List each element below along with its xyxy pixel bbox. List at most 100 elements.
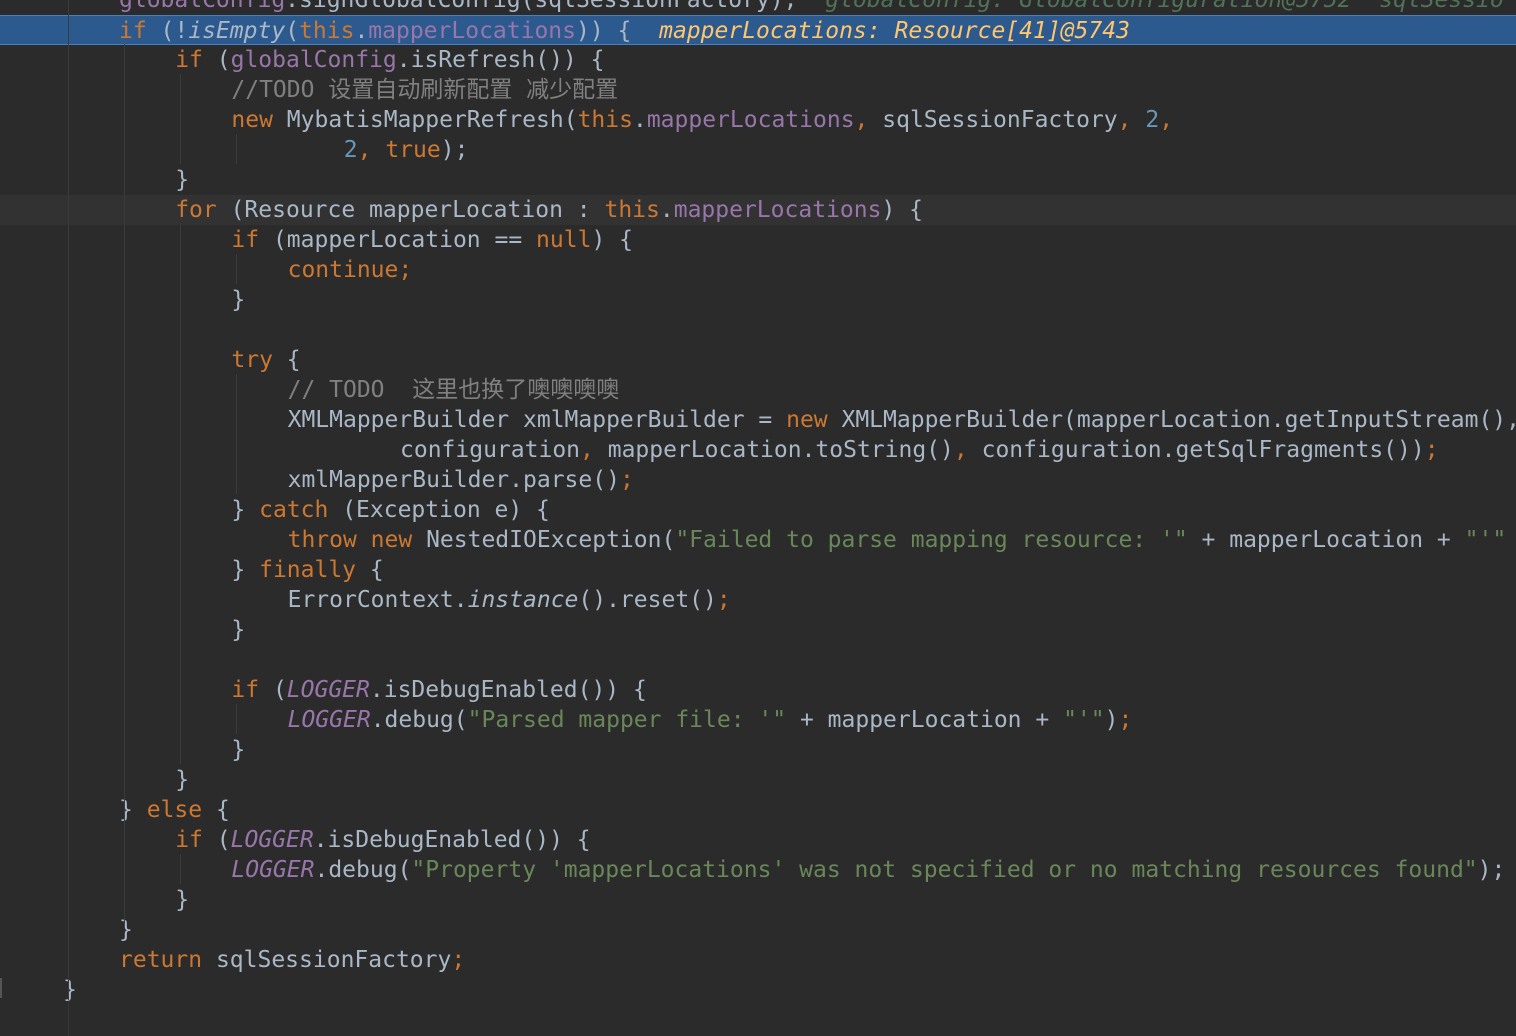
code-line[interactable]: }: [0, 165, 1516, 195]
code-token: "Property 'mapperLocations' was not spec…: [411, 857, 1478, 883]
code-token: (Resource mapperLocation :: [216, 197, 605, 223]
code-token: ;: [716, 587, 731, 613]
code-token: catch: [259, 497, 329, 523]
code-text: for (Resource mapperLocation : this.mapp…: [175, 195, 923, 225]
code-token: }: [231, 497, 260, 523]
code-line[interactable]: }: [0, 285, 1516, 315]
indent-guide: [68, 0, 69, 1000]
code-line[interactable]: }: [0, 765, 1516, 795]
code-token: .: [632, 107, 647, 133]
code-token: (!: [146, 18, 189, 44]
code-line[interactable]: try {: [0, 345, 1516, 375]
code-token: );: [1477, 857, 1506, 883]
code-line[interactable]: if (LOGGER.isDebugEnabled()) {: [0, 825, 1516, 855]
code-token: }: [175, 767, 190, 793]
code-token: true: [385, 137, 441, 163]
code-line[interactable]: ErrorContext.instance().reset();: [0, 585, 1516, 615]
code-text: }: [63, 975, 77, 1005]
code-token: ,: [854, 107, 883, 133]
code-line[interactable]: } finally {: [0, 555, 1516, 585]
code-line[interactable]: XMLMapperBuilder xmlMapperBuilder = new …: [0, 405, 1516, 435]
code-token: .isDebugEnabled()) {: [313, 827, 591, 853]
code-token: mapperLocations: [368, 18, 577, 44]
code-token: (: [202, 827, 231, 853]
code-token: xmlMapperBuilder.parse(): [287, 467, 620, 493]
code-line[interactable]: }: [0, 615, 1516, 645]
code-line[interactable]: }: [0, 885, 1516, 915]
code-text: }: [231, 615, 245, 645]
code-token: .debug(: [370, 707, 468, 733]
code-line[interactable]: if (!isEmpty(this.mapperLocations)) { ma…: [0, 15, 1516, 45]
code-token: ,: [580, 437, 608, 463]
code-token: LOGGER: [231, 857, 315, 883]
code-text: configuration, mapperLocation.toString()…: [400, 435, 1439, 465]
code-token: try: [231, 347, 273, 373]
code-token: mapperLocations: [673, 197, 882, 223]
code-token: ().reset(): [578, 587, 717, 613]
code-token: configuration: [400, 437, 581, 463]
code-token: ,: [357, 137, 386, 163]
code-token: throw new: [287, 527, 413, 553]
code-text: xmlMapperBuilder.parse();: [288, 465, 634, 495]
code-line[interactable]: }: [0, 915, 1516, 945]
code-line[interactable]: continue;: [0, 255, 1516, 285]
code-token: }: [175, 167, 190, 193]
code-line[interactable]: for (Resource mapperLocation : this.mapp…: [0, 195, 1516, 225]
code-text: }: [119, 915, 133, 945]
code-text: if (!isEmpty(this.mapperLocations)) { ma…: [119, 16, 1130, 46]
code-text: try {: [231, 345, 300, 375]
code-editor[interactable]: globalConfig.signGlobalConfig(sqlSession…: [0, 0, 1516, 1036]
inline-debug-value: mapperLocations: Resource[41]@5743: [659, 18, 1130, 44]
code-line[interactable]: if (mapperLocation == null) {: [0, 225, 1516, 255]
code-line[interactable]: //TODO 设置自动刷新配置 减少配置: [0, 75, 1516, 105]
code-line[interactable]: // TODO 这里也换了噢噢噢噢: [0, 375, 1516, 405]
code-token: if: [175, 827, 203, 853]
code-token: if: [231, 227, 260, 253]
code-token: ): [1104, 707, 1119, 733]
code-token: LOGGER: [286, 677, 370, 703]
code-token: LOGGER: [230, 827, 314, 853]
code-token: + mapperLocation +: [1187, 527, 1465, 553]
code-token: )) {: [576, 18, 660, 44]
code-token: finally: [259, 557, 357, 583]
code-token: }: [231, 617, 246, 643]
code-token: // TODO 这里也换了噢噢噢噢: [287, 377, 620, 403]
code-token: + mapperLocation +: [786, 707, 1064, 733]
code-line[interactable]: 2, true);: [0, 135, 1516, 165]
code-token: new: [231, 107, 273, 133]
code-text: XMLMapperBuilder xmlMapperBuilder = new …: [288, 405, 1516, 435]
code-token: (: [202, 47, 231, 73]
code-token: new: [786, 407, 828, 433]
code-token: this: [577, 107, 633, 133]
code-token: .debug(: [314, 857, 412, 883]
code-line[interactable]: new MybatisMapperRefresh(this.mapperLoca…: [0, 105, 1516, 135]
code-line[interactable]: }: [0, 975, 1516, 1005]
code-token: this: [604, 197, 660, 223]
code-line[interactable]: xmlMapperBuilder.parse();: [0, 465, 1516, 495]
code-token: }: [231, 557, 260, 583]
code-text: throw new NestedIOException("Failed to p…: [288, 525, 1507, 555]
code-line[interactable]: [0, 645, 1516, 675]
code-line[interactable]: return sqlSessionFactory;: [0, 945, 1516, 975]
code-text: }: [231, 735, 245, 765]
code-line[interactable]: }: [0, 735, 1516, 765]
code-text: return sqlSessionFactory;: [119, 945, 465, 975]
code-token: .isRefresh()) {: [396, 47, 605, 73]
code-line[interactable]: if (globalConfig.isRefresh()) {: [0, 45, 1516, 75]
code-text: }: [175, 765, 189, 795]
code-line[interactable]: LOGGER.debug("Property 'mapperLocations'…: [0, 855, 1516, 885]
code-text: if (mapperLocation == null) {: [231, 225, 633, 255]
code-token: mapperLocation.toString(): [607, 437, 954, 463]
code-token: }: [63, 977, 77, 1003]
code-line[interactable]: } catch (Exception e) {: [0, 495, 1516, 525]
code-line[interactable]: LOGGER.debug("Parsed mapper file: '" + m…: [0, 705, 1516, 735]
code-line[interactable]: configuration, mapperLocation.toString()…: [0, 435, 1516, 465]
code-line[interactable]: globalConfig.signGlobalConfig(sqlSession…: [0, 0, 1516, 15]
code-token: (mapperLocation ==: [259, 227, 537, 253]
code-line[interactable]: } else {: [0, 795, 1516, 825]
code-token: XMLMapperBuilder(mapperLocation.getInput…: [827, 407, 1516, 433]
code-line[interactable]: if (LOGGER.isDebugEnabled()) {: [0, 675, 1516, 705]
code-line[interactable]: throw new NestedIOException("Failed to p…: [0, 525, 1516, 555]
code-token: instance: [467, 587, 579, 613]
code-line[interactable]: [0, 315, 1516, 345]
